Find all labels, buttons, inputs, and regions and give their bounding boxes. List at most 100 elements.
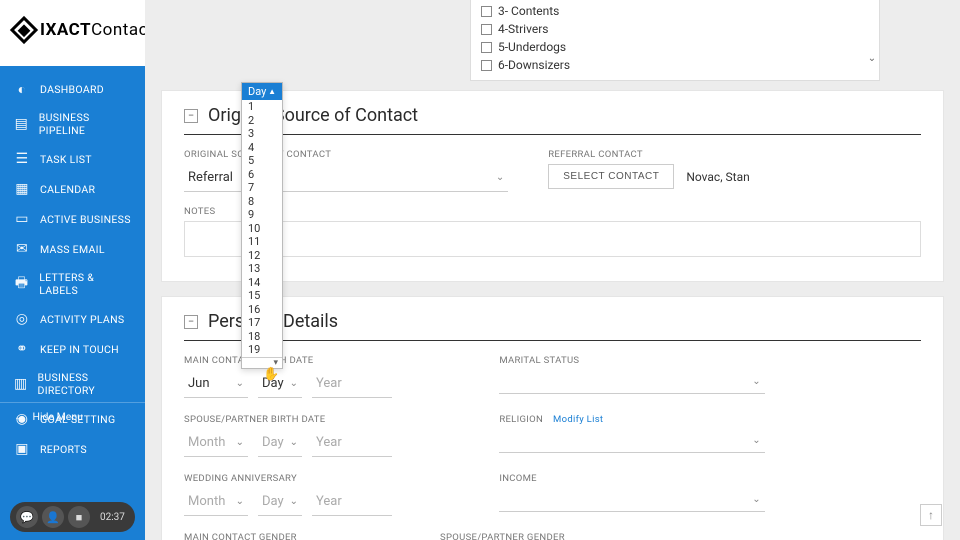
checkbox-icon[interactable] xyxy=(481,6,492,17)
dropdown-option[interactable]: 8 xyxy=(242,195,282,209)
dropdown-option[interactable]: 17 xyxy=(242,316,282,330)
field-label: RELIGIONModify List xyxy=(499,414,764,425)
dropdown-option[interactable]: 12 xyxy=(242,249,282,263)
sidebar-item-pipeline[interactable]: ▤ BUSINESS PIPELINE xyxy=(0,104,145,144)
modify-list-link[interactable]: Modify List xyxy=(553,414,603,425)
year-select[interactable]: Year xyxy=(312,429,392,457)
report-icon: ▣ xyxy=(14,441,30,457)
dropdown-option[interactable]: 3 xyxy=(242,127,282,141)
chevron-down-icon: ⌄ xyxy=(290,437,298,448)
sidebar-label: LETTERS & LABELS xyxy=(39,271,131,297)
notes-textarea[interactable] xyxy=(184,221,921,257)
control-chat-icon[interactable]: 💬 xyxy=(16,506,38,528)
marital-select[interactable]: ⌄ xyxy=(499,370,764,394)
sidebar-item-letters[interactable]: 🖶 LETTERS & LABELS xyxy=(0,264,145,304)
checklist-row[interactable]: 5-Underdogs xyxy=(481,38,869,56)
checklist-label: 4-Strivers xyxy=(498,22,548,36)
chevron-down-icon: ⌄ xyxy=(236,496,244,507)
printer-icon: 🖶 xyxy=(14,276,29,292)
sidebar-item-dashboard[interactable]: ◐ DASHBOARD xyxy=(0,74,145,104)
clipboard-icon: ▤ xyxy=(14,116,29,132)
checkbox-icon[interactable] xyxy=(481,24,492,35)
dropdown-option[interactable]: 19 xyxy=(242,343,282,357)
sidebar-item-mass[interactable]: ✉ MASS EMAIL xyxy=(0,234,145,264)
scroll-to-top-button[interactable]: ↑ xyxy=(920,504,942,526)
day-dropdown-panel[interactable]: Day▲ 1 2 3 4 5 6 7 8 9 10 11 12 13 14 15… xyxy=(241,82,283,369)
collapse-toggle[interactable]: − xyxy=(184,109,198,123)
original-source-select[interactable]: Referral ⌄ xyxy=(184,164,508,192)
chevron-down-icon: ⌄ xyxy=(752,494,760,505)
chevron-down-icon: ⌄ xyxy=(752,435,760,446)
dropdown-option[interactable]: 15 xyxy=(242,289,282,303)
dropdown-option[interactable]: 18 xyxy=(242,330,282,344)
chevron-down-icon[interactable]: ⌄ xyxy=(867,53,877,63)
checklist-row[interactable]: 3- Contents xyxy=(481,2,869,20)
dropdown-option[interactable]: 4 xyxy=(242,141,282,155)
select-value: Day xyxy=(262,376,284,391)
year-select[interactable]: Year xyxy=(312,370,392,398)
select-placeholder: Month xyxy=(188,435,225,450)
hide-menu-button[interactable]: ←Hide Menu xyxy=(0,402,145,430)
control-user-icon[interactable]: 👤 xyxy=(42,506,64,528)
dropdown-scroll-down[interactable]: ▾ xyxy=(242,357,282,368)
year-select[interactable]: Year xyxy=(312,488,392,516)
dropdown-option[interactable]: 13 xyxy=(242,262,282,276)
sidebar-label: MASS EMAIL xyxy=(40,243,105,256)
dropdown-option[interactable]: 16 xyxy=(242,303,282,317)
select-placeholder: Month xyxy=(188,494,225,509)
sidebar-item-calendar[interactable]: ▦ CALENDAR xyxy=(0,174,145,204)
select-value: Referral xyxy=(188,170,233,185)
sidebar-label: DASHBOARD xyxy=(40,83,104,96)
collapse-toggle[interactable]: − xyxy=(184,315,198,329)
sidebar-item-tasks[interactable]: ☰TASK LIST xyxy=(0,144,145,174)
dropdown-option[interactable]: 11 xyxy=(242,235,282,249)
dropdown-option[interactable]: 1 xyxy=(242,100,282,114)
sidebar-label: BUSINESS PIPELINE xyxy=(39,111,131,137)
checkbox-icon[interactable] xyxy=(481,42,492,53)
day-select[interactable]: Day ⌄ xyxy=(258,370,302,398)
dropdown-option[interactable]: 6 xyxy=(242,168,282,182)
month-select[interactable]: Jun⌄ xyxy=(184,370,248,398)
select-placeholder: Year xyxy=(316,376,342,391)
select-placeholder: Year xyxy=(316,494,342,509)
dropdown-header[interactable]: Day▲ xyxy=(242,83,282,100)
dropdown-option[interactable]: 10 xyxy=(242,222,282,236)
sidebar-item-active[interactable]: ▭ACTIVE BUSINESS xyxy=(0,204,145,234)
checklist-row[interactable]: 4-Strivers xyxy=(481,20,869,38)
select-contact-button[interactable]: SELECT CONTACT xyxy=(548,164,674,189)
sidebar-label: ACTIVITY PLANS xyxy=(40,313,124,326)
section-title: Original Source of Contact xyxy=(208,105,418,126)
brand-logo[interactable]: IXACTContact® xyxy=(14,20,162,40)
dropdown-option[interactable]: 5 xyxy=(242,154,282,168)
dropdown-option[interactable]: 9 xyxy=(242,208,282,222)
sidebar-label: CALENDAR xyxy=(40,183,95,196)
month-select[interactable]: Month ⌄ xyxy=(184,488,248,516)
checklist-row[interactable]: 6-Downsizers xyxy=(481,56,869,74)
day-select[interactable]: Day⌄ xyxy=(258,488,302,516)
sidebar-item-reports[interactable]: ▣REPORTS xyxy=(0,434,145,464)
select-value: Jun xyxy=(188,376,210,391)
sidebar-item-activity[interactable]: ◎ACTIVITY PLANS xyxy=(0,304,145,334)
gauge-icon: ◐ xyxy=(14,81,30,97)
arrow-left-icon: ← xyxy=(14,410,25,423)
sidebar-item-directory[interactable]: ▥BUSINESS DIRECTORY xyxy=(0,364,145,404)
religion-select[interactable]: ⌄ xyxy=(499,429,764,453)
select-placeholder: Day xyxy=(262,494,284,509)
checklist-label: 5-Underdogs xyxy=(498,40,566,54)
control-stop-icon[interactable]: ■ xyxy=(68,506,90,528)
sidebar-item-keep[interactable]: ⚭KEEP IN TOUCH xyxy=(0,334,145,364)
checkbox-icon[interactable] xyxy=(481,60,492,71)
day-select[interactable]: Day ⌄ xyxy=(258,429,302,457)
dropdown-option[interactable]: 14 xyxy=(242,276,282,290)
chevron-down-icon: ⌄ xyxy=(290,378,298,389)
month-select[interactable]: Month⌄ xyxy=(184,429,248,457)
dropdown-option[interactable]: 7 xyxy=(242,181,282,195)
envelope-icon: ✉ xyxy=(14,241,30,257)
calendar-icon: ▦ xyxy=(14,181,30,197)
select-placeholder: Day xyxy=(262,435,284,450)
selected-contact-name: Novac, Stan xyxy=(686,170,749,184)
income-select[interactable]: ⌄ xyxy=(499,488,764,512)
field-label: MAIN CONTACT BIRTH DATE xyxy=(184,355,449,366)
dropdown-header-label: Day xyxy=(248,85,266,98)
dropdown-option[interactable]: 2 xyxy=(242,114,282,128)
